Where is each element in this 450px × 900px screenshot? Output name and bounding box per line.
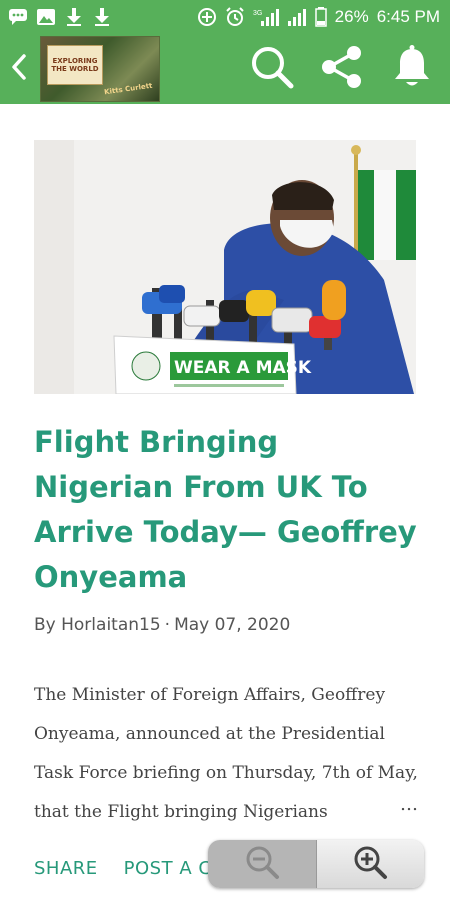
network-label: 3G bbox=[253, 10, 262, 17]
zoom-in-button[interactable] bbox=[315, 840, 424, 888]
search-icon bbox=[249, 44, 295, 95]
article-date[interactable]: May 07, 2020 bbox=[174, 615, 290, 635]
battery-percent: 26% bbox=[334, 7, 369, 26]
zoom-control bbox=[208, 840, 424, 888]
app-bar-actions bbox=[248, 44, 450, 94]
battery-icon bbox=[314, 7, 327, 27]
signal-icon: 3G bbox=[253, 7, 279, 27]
article-image[interactable]: WEAR A MASK bbox=[34, 140, 416, 394]
image-icon bbox=[36, 7, 56, 27]
logo-line-1: EXPLORING bbox=[52, 57, 98, 65]
download-icon bbox=[64, 7, 84, 27]
status-bar-right: 3G 26% 6:45 PM bbox=[197, 7, 440, 27]
hero-sign-text: WEAR A MASK bbox=[174, 358, 312, 378]
app-bar: EXPLORING THE WORLD Kitts Curlett bbox=[0, 34, 450, 104]
clock: 6:45 PM bbox=[376, 7, 440, 26]
share-link[interactable]: SHARE bbox=[34, 858, 98, 879]
status-bar-left bbox=[8, 7, 112, 27]
alarm-icon bbox=[225, 7, 245, 27]
zoom-in-icon bbox=[352, 844, 388, 885]
status-bar: 3G 26% 6:45 PM bbox=[0, 0, 450, 34]
article-author[interactable]: By Horlaitan15 bbox=[34, 615, 161, 635]
logo-tag: Kitts Curlett bbox=[104, 81, 154, 97]
search-button[interactable] bbox=[248, 45, 296, 93]
zoom-out-button[interactable] bbox=[208, 840, 316, 888]
notifications-button[interactable] bbox=[388, 44, 436, 94]
data-saver-icon bbox=[197, 7, 217, 27]
download-icon bbox=[92, 7, 112, 27]
article-photo: WEAR A MASK bbox=[34, 140, 416, 394]
signal-icon bbox=[287, 7, 307, 27]
chat-icon bbox=[8, 7, 28, 27]
back-button[interactable] bbox=[0, 34, 38, 104]
excerpt-ellipsis: … bbox=[400, 794, 418, 815]
bell-icon bbox=[392, 44, 432, 94]
back-icon bbox=[10, 53, 28, 86]
article-title[interactable]: Flight Bringing Nigerian From UK To Arri… bbox=[34, 420, 426, 600]
meta-separator: · bbox=[164, 615, 171, 635]
zoom-out-icon bbox=[244, 844, 280, 885]
logo-line-2: THE WORLD bbox=[51, 65, 99, 73]
logo-title: EXPLORING THE WORLD bbox=[47, 45, 103, 85]
blog-logo[interactable]: EXPLORING THE WORLD Kitts Curlett bbox=[40, 36, 160, 102]
article-meta: By Horlaitan15 · May 07, 2020 bbox=[34, 615, 426, 635]
excerpt-fade bbox=[348, 788, 438, 824]
share-button[interactable] bbox=[318, 45, 366, 93]
share-icon bbox=[319, 44, 365, 95]
